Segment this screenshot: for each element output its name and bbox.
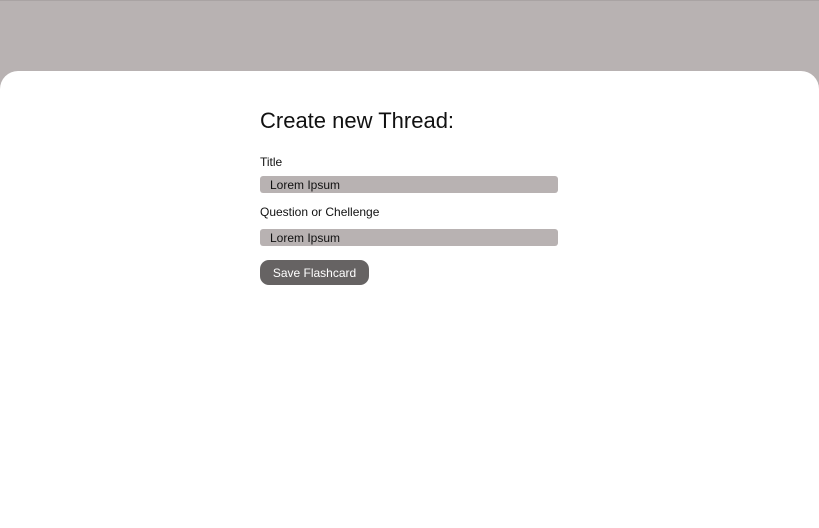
title-label: Title xyxy=(260,155,283,169)
content-card: Create new Thread: Title Question or Che… xyxy=(0,71,819,528)
save-flashcard-button[interactable]: Save Flashcard xyxy=(260,260,369,285)
question-label: Question or Chellenge xyxy=(260,205,380,219)
title-input[interactable] xyxy=(260,176,558,193)
question-input[interactable] xyxy=(260,229,558,246)
page-title: Create new Thread: xyxy=(260,108,455,133)
